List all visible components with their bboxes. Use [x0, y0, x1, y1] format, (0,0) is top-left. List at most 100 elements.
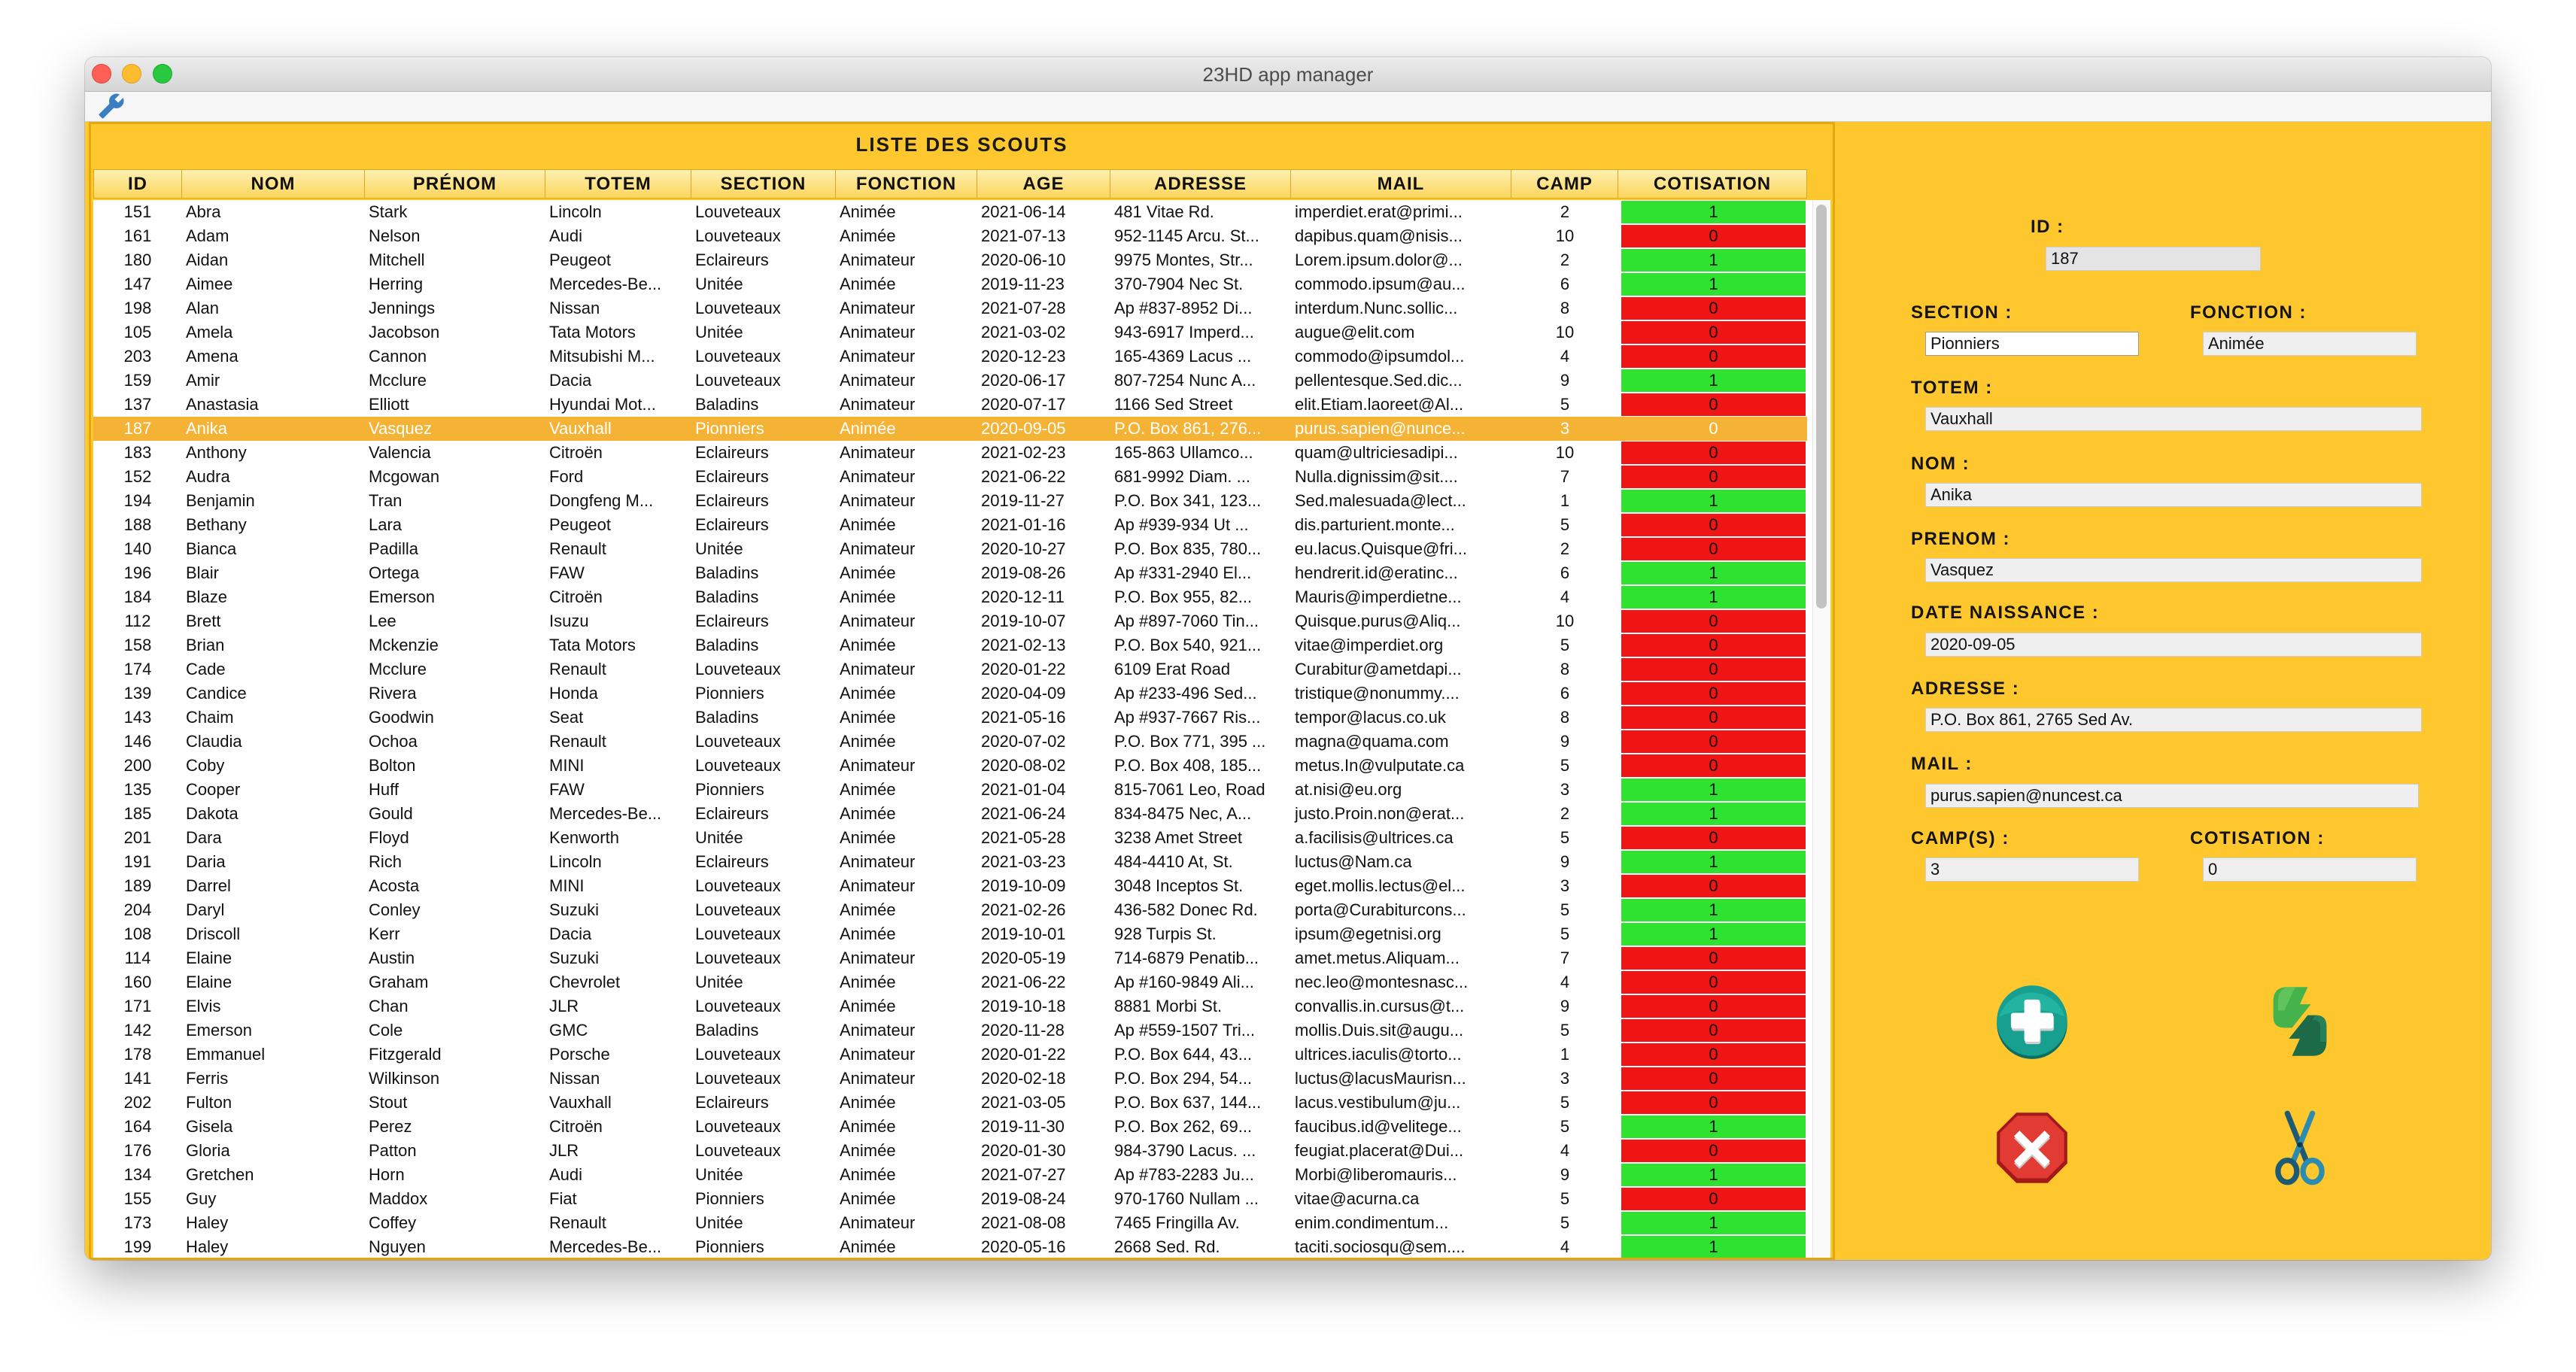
table-row[interactable]: 105 Amela Jacobson Tata Motors Unitée Animate… [93, 320, 1807, 345]
cell-cotisation: 0 [1618, 633, 1807, 657]
column-header-camp[interactable]: CAMP [1511, 169, 1618, 199]
table-row[interactable]: 155 Guy Maddox Fiat Pionniers Animée 2019-08-2… [93, 1187, 1807, 1211]
table-row[interactable]: 147 Aimee Herring Mercedes-Be... Unitée Animé… [93, 272, 1807, 296]
cotisation-badge: 0 [1621, 538, 1806, 560]
table-row[interactable]: 134 Gretchen Horn Audi Unitée Animée 2021-07-2… [93, 1163, 1807, 1187]
table-scrollbar[interactable] [1812, 200, 1830, 1258]
column-header-totem[interactable]: TOTEM [545, 169, 691, 199]
cell-totem: Renault [549, 660, 606, 678]
table-row[interactable]: 184 Blaze Emerson Citroën Baladins Animée 2020… [93, 585, 1807, 609]
table-row[interactable]: 171 Elvis Chan JLR Louveteaux Animée 2019-10-1… [93, 994, 1807, 1018]
table-row[interactable]: 140 Bianca Padilla Renault Unitée Animateur 20… [93, 537, 1807, 561]
table-row[interactable]: 151 Abra Stark Lincoln Louveteaux Animée 2021-… [93, 200, 1807, 224]
scrollbar-thumb[interactable] [1816, 205, 1827, 609]
cut-button[interactable] [2261, 1109, 2339, 1187]
table-row[interactable]: 164 Gisela Perez Citroën Louveteaux Animée 201… [93, 1115, 1807, 1139]
table-row[interactable]: 139 Candice Rivera Honda Pionniers Animée 2020… [93, 681, 1807, 706]
table-row[interactable]: 143 Chaim Goodwin Seat Baladins Animée 2021-05… [93, 706, 1807, 730]
cell-totem: Renault [549, 539, 606, 558]
id-field[interactable] [2046, 247, 2261, 271]
cell-adresse: P.O. Box 540, 921... [1114, 636, 1262, 654]
table-row[interactable]: 112 Brett Lee Isuzu Eclaireurs Animateur 2019-… [93, 609, 1807, 633]
table-row[interactable]: 189 Darrel Acosta MINI Louveteaux Animateur 20… [93, 874, 1807, 898]
cell-prenom: Lara [369, 515, 402, 534]
add-button[interactable] [1993, 982, 2071, 1061]
cell-prenom: Coffey [369, 1213, 417, 1232]
title-bar[interactable]: 23HD app manager [85, 57, 2491, 92]
fonction-field[interactable] [2203, 332, 2417, 356]
cell-id: 140 [123, 539, 152, 558]
column-header-prenom[interactable]: PRÉNOM [365, 169, 545, 199]
table-row[interactable]: 198 Alan Jennings Nissan Louveteaux Animateur… [93, 296, 1807, 320]
table-row[interactable]: 141 Ferris Wilkinson Nissan Louveteaux Animat… [93, 1067, 1807, 1091]
cell-mail: eget.mollis.lectus@el... [1295, 876, 1466, 895]
column-header-adresse[interactable]: ADRESSE [1110, 169, 1291, 199]
table-row[interactable]: 191 Daria Rich Lincoln Eclaireurs Animateur 20… [93, 850, 1807, 874]
cotisation-badge: 0 [1621, 321, 1806, 344]
delete-button[interactable] [1993, 1109, 2071, 1187]
table-row[interactable]: 174 Cade Mcclure Renault Louveteaux Animateur… [93, 657, 1807, 681]
table-row[interactable]: 188 Bethany Lara Peugeot Eclaireurs Animée 202… [93, 513, 1807, 537]
cell-id: 143 [123, 708, 152, 727]
table-row[interactable]: 176 Gloria Patton JLR Louveteaux Animée 2020-0… [93, 1139, 1807, 1163]
column-header-cotisation[interactable]: COTISATION [1618, 169, 1807, 199]
cell-totem: JLR [549, 1141, 579, 1160]
cell-mail: at.nisi@eu.org [1295, 780, 1402, 799]
cell-nom: Adam [186, 226, 229, 245]
table-row[interactable]: 201 Dara Floyd Kenworth Unitée Animée 2021-05-… [93, 826, 1807, 850]
table-row[interactable]: 200 Coby Bolton MINI Louveteaux Animateur 2020… [93, 754, 1807, 778]
table-row[interactable]: 152 Audra Mcgowan Ford Eclaireurs Animateur 20… [93, 465, 1807, 489]
cell-cotisation: 0 [1618, 730, 1807, 754]
column-header-age[interactable]: AGE [977, 169, 1110, 199]
table-row[interactable]: 180 Aidan Mitchell Peugeot Eclaireurs Animate… [93, 248, 1807, 272]
table-row[interactable]: 158 Brian Mckenzie Tata Motors Baladins Animé… [93, 633, 1807, 657]
table-row-selected[interactable]: 187 Anika Vasquez Vauxhall Pionniers Animée 20… [93, 417, 1807, 441]
cotisation-badge: 1 [1621, 490, 1806, 512]
column-header-id[interactable]: ID [93, 169, 182, 199]
column-header-mail[interactable]: MAIL [1291, 169, 1511, 199]
update-button[interactable] [2261, 982, 2339, 1061]
wrench-icon[interactable] [98, 93, 125, 120]
table-row[interactable]: 137 Anastasia Elliott Hyundai Mot... Baladin… [93, 393, 1807, 417]
table-row[interactable]: 160 Elaine Graham Chevrolet Unitée Animée 2021… [93, 970, 1807, 994]
table-row[interactable]: 178 Emmanuel Fitzgerald Porsche Louveteaux An… [93, 1043, 1807, 1067]
date-naissance-field[interactable] [1925, 633, 2422, 657]
column-header-fonction[interactable]: FONCTION [836, 169, 977, 199]
table-row[interactable]: 204 Daryl Conley Suzuki Louveteaux Animée 2021… [93, 898, 1807, 922]
adresse-field[interactable] [1925, 708, 2422, 732]
mail-field[interactable] [1925, 784, 2419, 808]
table-row[interactable]: 199 Haley Nguyen Mercedes-Be... Pionniers Ani… [93, 1235, 1807, 1258]
table-row[interactable]: 185 Dakota Gould Mercedes-Be... Eclaireurs An… [93, 802, 1807, 826]
table-row[interactable]: 142 Emerson Cole GMC Baladins Animateur 2020-1… [93, 1018, 1807, 1043]
table-row[interactable]: 183 Anthony Valencia Citroën Eclaireurs Anima… [93, 441, 1807, 465]
table-row[interactable]: 203 Amena Cannon Mitsubishi M... Louveteaux A… [93, 345, 1807, 369]
table-row[interactable]: 114 Elaine Austin Suzuki Louveteaux Animateur… [93, 946, 1807, 970]
table-row[interactable]: 196 Blair Ortega FAW Baladins Animée 2019-08-2… [93, 561, 1807, 585]
camps-field[interactable] [1925, 858, 2139, 882]
table-row[interactable]: 173 Haley Coffey Renault Unitée Animateur 2021… [93, 1211, 1807, 1235]
column-header-section[interactable]: SECTION [691, 169, 836, 199]
table-row[interactable]: 146 Claudia Ochoa Renault Louveteaux Animée 20… [93, 730, 1807, 754]
table-row[interactable]: 161 Adam Nelson Audi Louveteaux Animée 2021-07… [93, 224, 1807, 248]
cell-mail: augue@elit.com [1295, 323, 1415, 341]
nom-field[interactable] [1925, 483, 2422, 507]
cell-id: 187 [123, 419, 152, 438]
cell-prenom: Stout [369, 1093, 408, 1112]
section-field[interactable] [1925, 332, 2139, 356]
prenom-field[interactable] [1925, 558, 2422, 582]
cotisation-field[interactable] [2203, 858, 2417, 882]
table-row[interactable]: 135 Cooper Huff FAW Pionniers Animée 2021-01-0… [93, 778, 1807, 802]
totem-field[interactable] [1925, 407, 2422, 431]
table-row[interactable]: 159 Amir Mcclure Dacia Louveteaux Animateur 20… [93, 369, 1807, 393]
cell-mail: faucibus.id@velitege... [1295, 1117, 1462, 1136]
cell-age: 2019-10-18 [981, 997, 1066, 1015]
column-header-nom[interactable]: NOM [182, 169, 365, 199]
table-row[interactable]: 108 Driscoll Kerr Dacia Louveteaux Animée 2019… [93, 922, 1807, 946]
table-row[interactable]: 194 Benjamin Tran Dongfeng M... Eclaireurs An… [93, 489, 1807, 513]
cell-prenom: Graham [369, 973, 429, 991]
cell-id: 139 [123, 684, 152, 703]
cell-totem: FAW [549, 563, 585, 582]
table-row[interactable]: 202 Fulton Stout Vauxhall Eclaireurs Animée 20… [93, 1091, 1807, 1115]
cell-section: Louveteaux [695, 997, 781, 1015]
cell-nom: Emerson [186, 1021, 253, 1040]
